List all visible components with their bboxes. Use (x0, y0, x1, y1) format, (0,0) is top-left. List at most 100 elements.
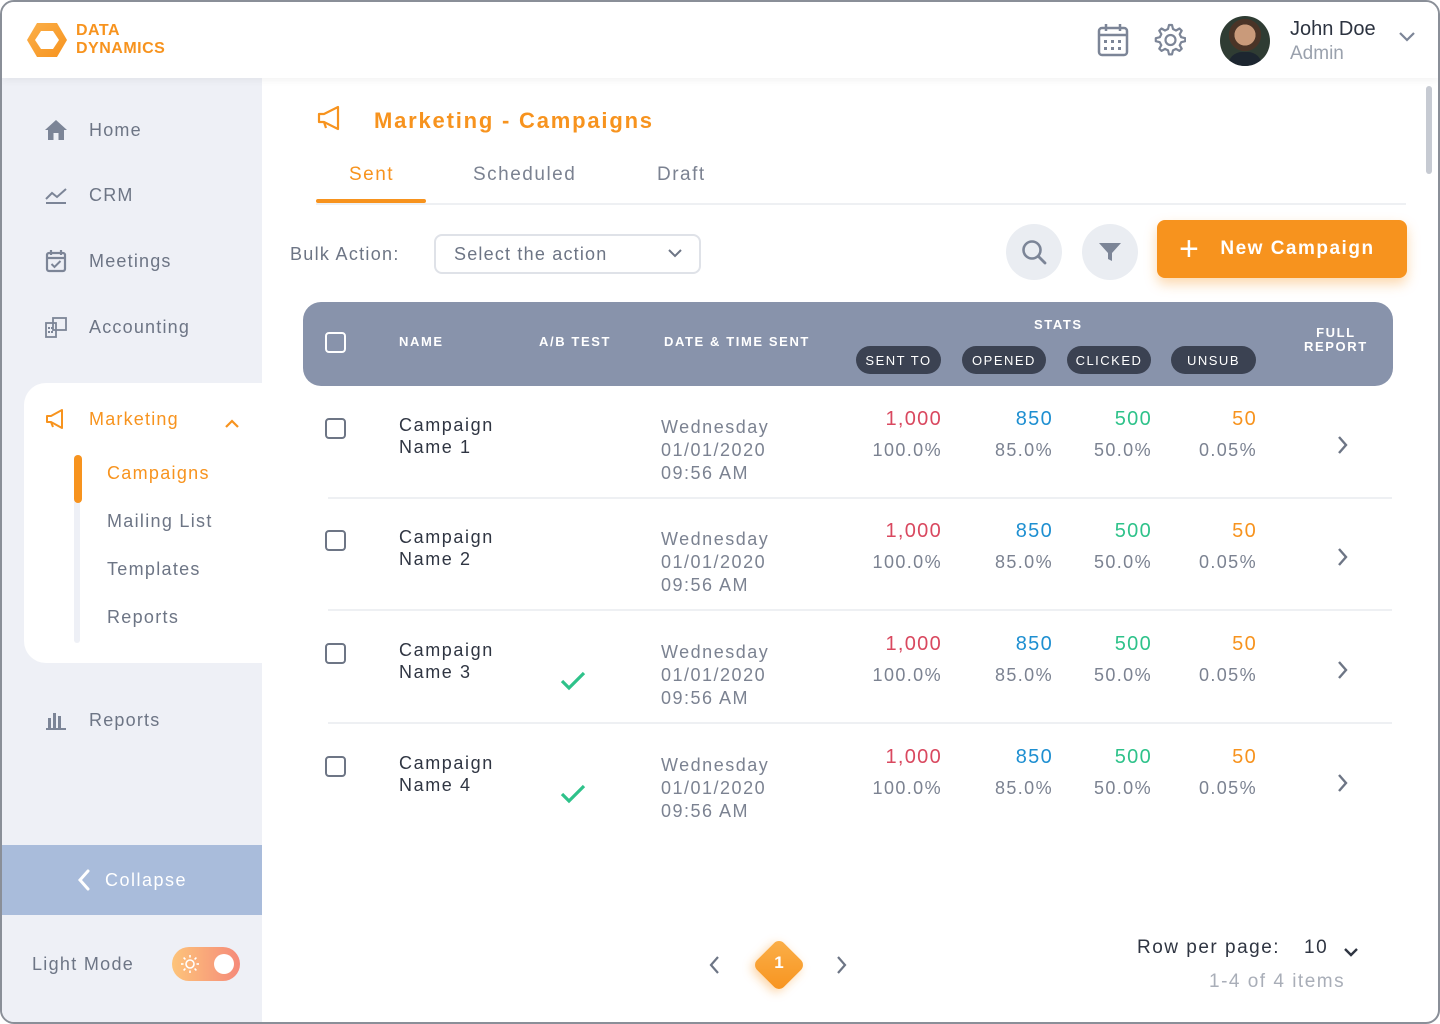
previous-page-button[interactable] (706, 954, 722, 981)
date-time-sent: Wednesday 01/01/2020 09:56 AM (661, 529, 770, 595)
plus-icon: + (1179, 230, 1201, 268)
rows-per-page-value[interactable]: 10 (1304, 937, 1328, 959)
sidebar-item-crm[interactable]: CRM (42, 181, 134, 209)
chevron-left-icon (77, 869, 90, 891)
sidebar-item-home[interactable]: Home (42, 116, 142, 144)
trend-line-icon (42, 181, 70, 209)
stat-clicked-percent: 50.0% (1093, 552, 1152, 572)
column-header-opened[interactable]: OPENED (962, 346, 1046, 374)
stat-unsub-value: 50 (1232, 408, 1257, 430)
check-icon (559, 669, 587, 698)
stat-clicked-value: 500 (1114, 633, 1152, 655)
rows-per-page-label: Row per page: (1137, 937, 1281, 958)
row-checkbox[interactable] (325, 643, 346, 664)
vertical-scrollbar[interactable] (1426, 86, 1432, 174)
top-bar: DATA DYNAMICS John Doe Admin (2, 2, 1438, 78)
bulk-action-value: Select the action (454, 243, 608, 264)
page-header: Marketing - Campaigns (316, 105, 654, 136)
light-mode-toggle[interactable] (172, 947, 240, 981)
stat-unsub: 50 0.05% (1137, 633, 1257, 686)
hexagon-logo-icon (27, 23, 67, 57)
table-row[interactable]: Campaign Name 2 Wednesday 01/01/2020 09:56 A… (303, 508, 1393, 621)
sidebar-item-label: Marketing (89, 408, 179, 429)
sidebar-subitem-mailing-list[interactable]: Mailing List (107, 511, 213, 532)
column-header-stats: STATS (1034, 317, 1083, 332)
tab-scheduled[interactable]: Scheduled (473, 164, 576, 186)
campaign-name[interactable]: Campaign Name 3 (399, 639, 529, 683)
submenu-active-indicator (74, 455, 82, 503)
sidebar-item-marketing[interactable]: Marketing (42, 405, 179, 433)
sidebar-item-label: Meetings (89, 250, 172, 271)
table-row[interactable]: Campaign Name 1 Wednesday 01/01/2020 09:56 A… (303, 396, 1393, 509)
sidebar: Home CRM Meetings Accounting Marketing C… (2, 78, 262, 1022)
chevron-down-icon[interactable] (1398, 30, 1416, 48)
stat-sent-to: 1,000 100.0% (822, 633, 942, 686)
megaphone-icon (316, 105, 344, 136)
megaphone-icon (42, 405, 70, 433)
stat-clicked-percent: 50.0% (1093, 778, 1152, 798)
column-header-sent-to[interactable]: SENT TO (856, 346, 941, 374)
stat-unsub-value: 50 (1232, 746, 1257, 768)
page-title: Marketing - Campaigns (374, 107, 654, 133)
brand-name: DATA DYNAMICS (76, 22, 166, 57)
bulk-action-select[interactable]: Select the action (434, 234, 701, 274)
sidebar-item-label: Reports (89, 709, 161, 730)
stat-unsub-percent: 0.05% (1198, 552, 1257, 572)
tab-bar: Sent Scheduled Draft (316, 162, 1406, 205)
row-checkbox[interactable] (325, 530, 346, 551)
row-divider (328, 722, 1392, 724)
collapse-button[interactable]: Collapse (2, 845, 262, 915)
current-page-number: 1 (774, 953, 784, 972)
brand-logo[interactable]: DATA DYNAMICS (26, 20, 165, 60)
stat-sent-to-value: 1,000 (885, 633, 942, 655)
chevron-down-icon[interactable] (1343, 944, 1359, 962)
filter-button[interactable] (1082, 224, 1138, 280)
stat-unsub: 50 0.05% (1137, 746, 1257, 799)
sidebar-item-meetings[interactable]: Meetings (42, 247, 172, 275)
stat-clicked-percent: 50.0% (1093, 665, 1152, 685)
tab-sent[interactable]: Sent (349, 164, 394, 186)
sidebar-item-reports[interactable]: Reports (42, 706, 160, 734)
new-campaign-button[interactable]: + New Campaign (1157, 220, 1407, 278)
check-icon (559, 782, 587, 811)
date-time-sent: Wednesday 01/01/2020 09:56 AM (661, 755, 770, 821)
app-window: DATA DYNAMICS John Doe Admin Home CRM Me… (0, 0, 1440, 1024)
column-header-date[interactable]: DATE & TIME SENT (664, 334, 810, 349)
tab-draft[interactable]: Draft (657, 164, 706, 186)
campaign-name[interactable]: Campaign Name 4 (399, 752, 529, 796)
column-header-name[interactable]: NAME (399, 334, 444, 349)
calendar-icon[interactable] (1095, 22, 1131, 58)
stat-clicked-value: 500 (1114, 746, 1152, 768)
chevron-right-icon (837, 956, 847, 974)
collapse-label: Collapse (104, 869, 188, 890)
table-row[interactable]: Campaign Name 4 Wednesday 01/01/2020 09:56 A… (303, 734, 1393, 847)
row-checkbox[interactable] (325, 756, 346, 777)
sidebar-subitem-templates[interactable]: Templates (107, 559, 201, 580)
campaign-name[interactable]: Campaign Name 2 (399, 526, 529, 570)
user-name: John Doe (1290, 18, 1376, 40)
table-row[interactable]: Campaign Name 3 Wednesday 01/01/2020 09:56 A… (303, 621, 1393, 734)
sun-icon (180, 954, 200, 979)
row-checkbox[interactable] (325, 418, 346, 439)
campaign-name[interactable]: Campaign Name 1 (399, 414, 529, 458)
sidebar-item-accounting[interactable]: Accounting (42, 313, 190, 341)
chevron-right-icon[interactable] (1336, 434, 1350, 461)
chevron-right-icon[interactable] (1336, 546, 1350, 573)
light-mode-label: Light Mode (32, 954, 135, 974)
gear-icon[interactable] (1151, 22, 1187, 58)
column-header-ab-test[interactable]: A/B TEST (539, 334, 611, 349)
bulk-action-label: Bulk Action: (290, 244, 400, 264)
next-page-button[interactable] (834, 954, 850, 981)
chevron-up-icon[interactable] (224, 416, 240, 434)
select-all-checkbox[interactable] (325, 332, 346, 353)
sidebar-subitem-reports[interactable]: Reports (107, 607, 179, 628)
row-divider (328, 609, 1392, 611)
column-header-clicked[interactable]: CLICKED (1067, 346, 1151, 374)
sidebar-subitem-campaigns[interactable]: Campaigns (107, 463, 210, 484)
chevron-right-icon[interactable] (1336, 772, 1350, 799)
search-button[interactable] (1006, 224, 1062, 280)
avatar[interactable] (1220, 16, 1270, 66)
column-header-unsub[interactable]: UNSUB (1171, 346, 1256, 374)
chevron-right-icon[interactable] (1336, 659, 1350, 686)
stat-sent-to-percent: 100.0% (872, 552, 942, 572)
